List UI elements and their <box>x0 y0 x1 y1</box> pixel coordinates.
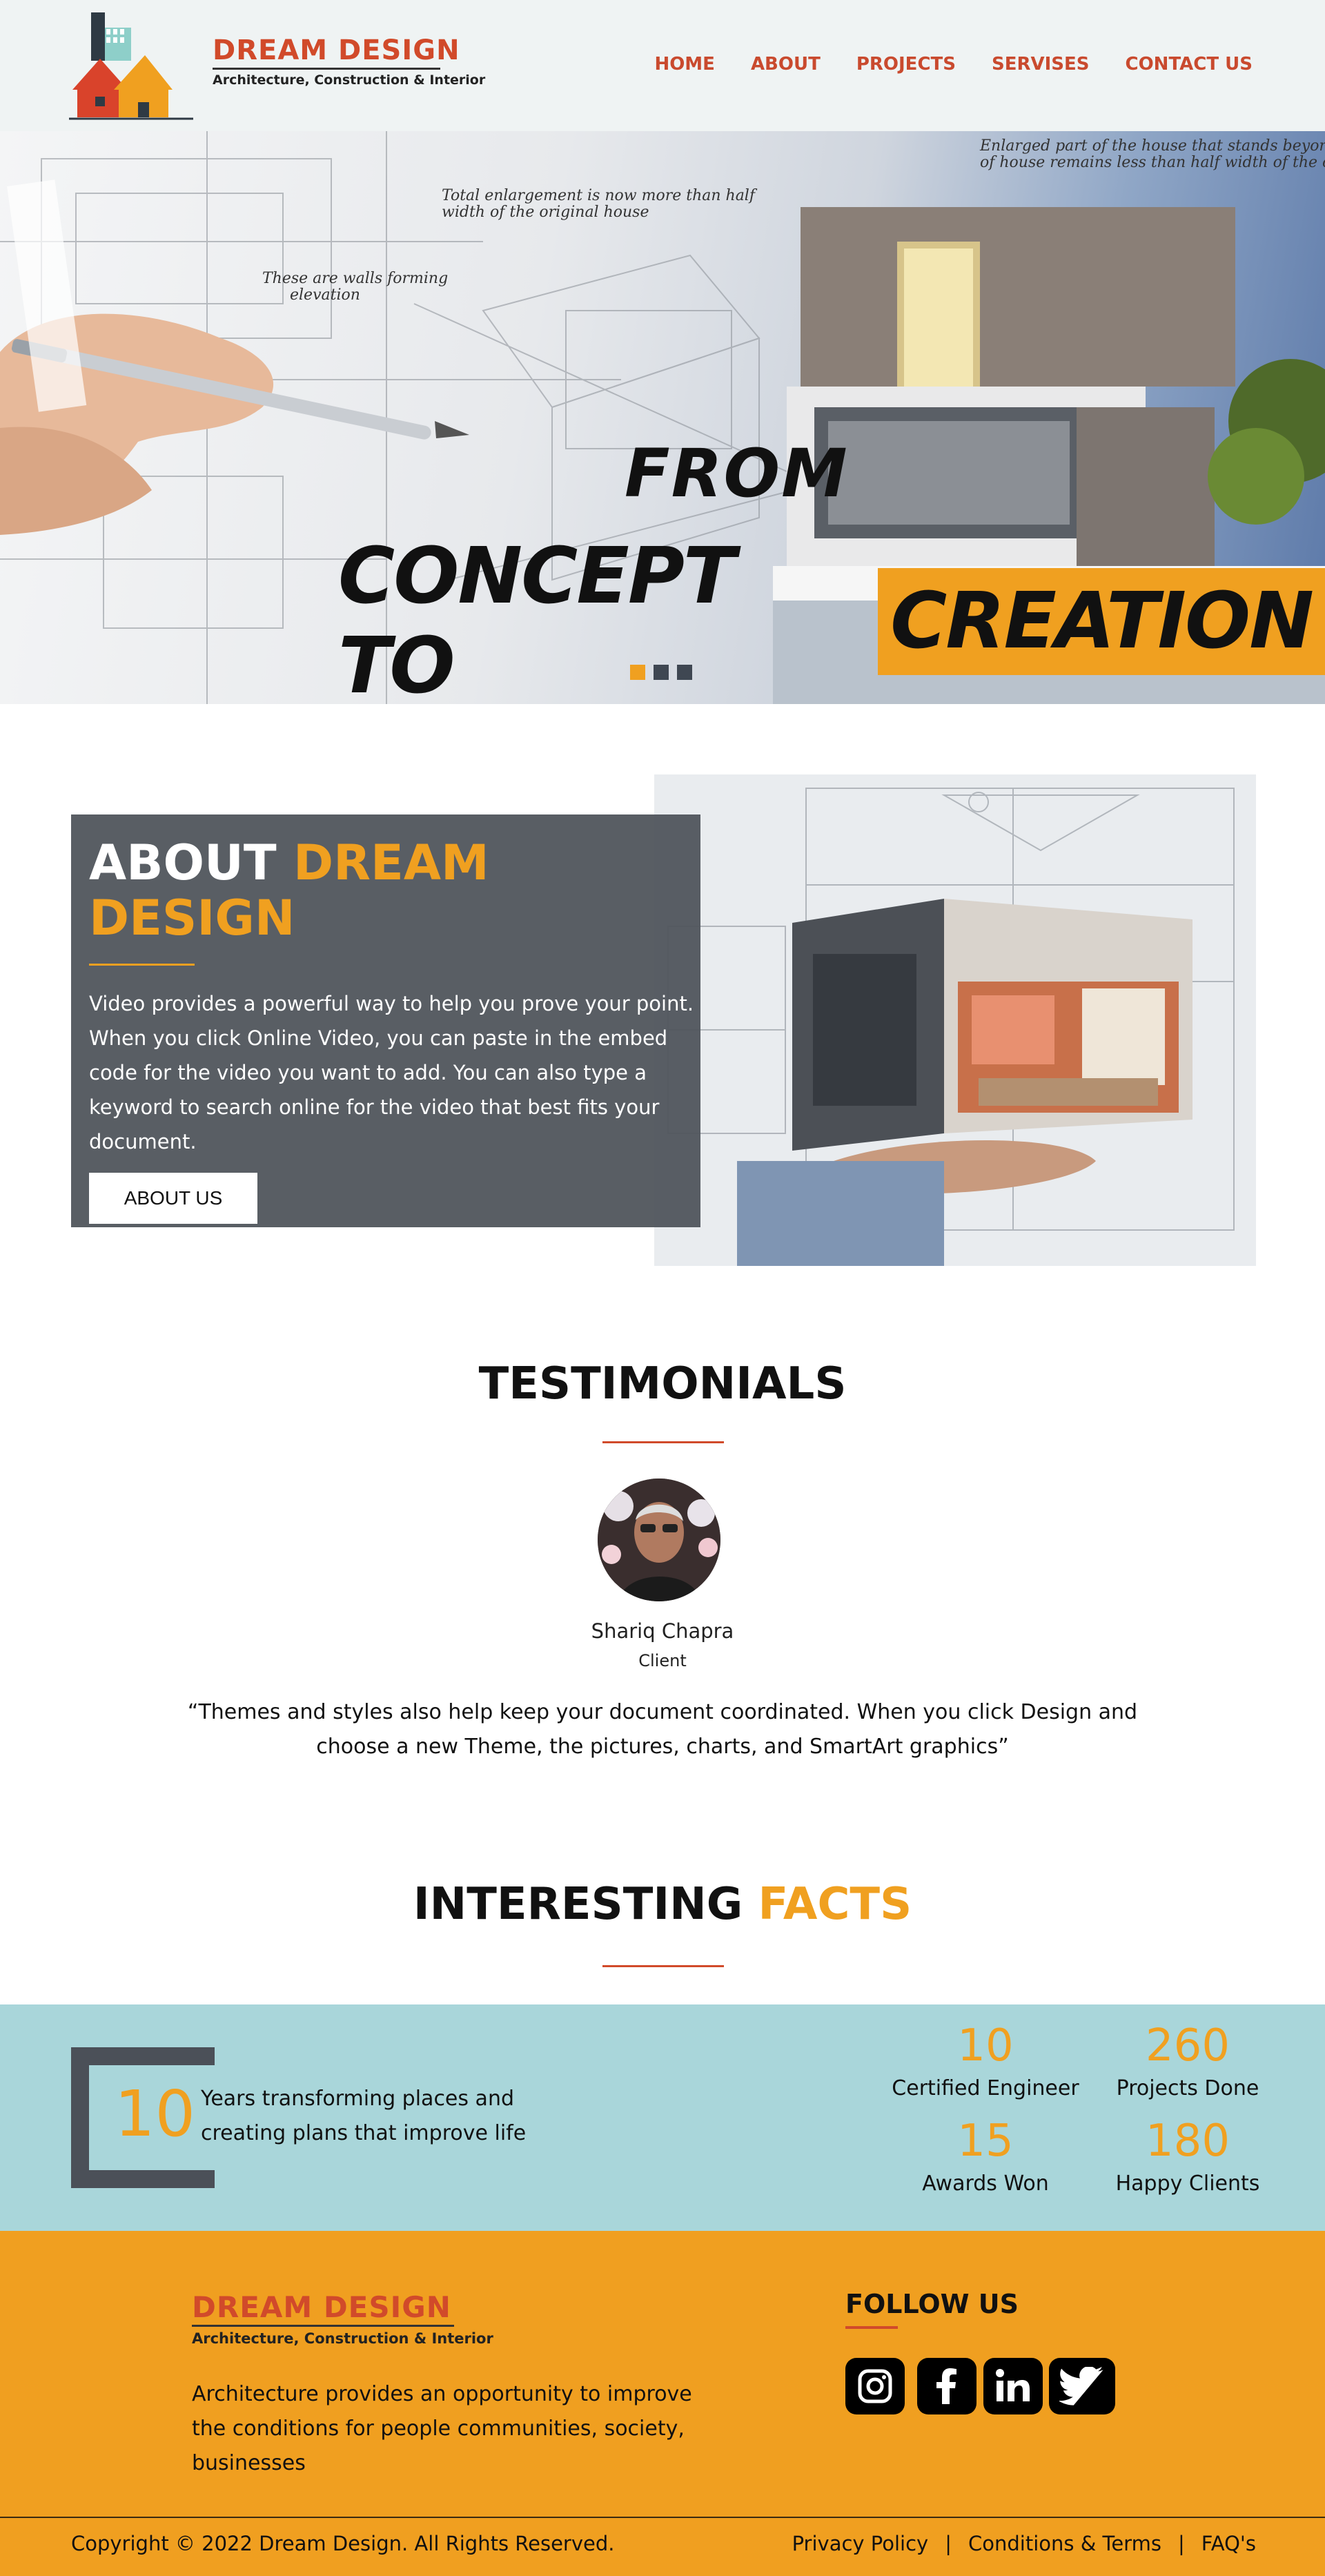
nav-home[interactable]: HOME <box>654 54 715 75</box>
facts-divider <box>602 1965 724 1967</box>
about-us-button[interactable]: ABOUT US <box>89 1173 257 1224</box>
stat-label: Happy Clients <box>1115 2172 1260 2196</box>
faqs-link[interactable]: FAQ's <box>1201 2532 1256 2555</box>
logo-icon[interactable] <box>69 7 193 121</box>
sketch-note-2: Total enlargement is now more than half <box>442 187 758 204</box>
brand-divider <box>213 68 440 70</box>
nav-projects[interactable]: PROJECTS <box>856 54 956 75</box>
nav-contact-us[interactable]: CONTACT US <box>1126 54 1253 75</box>
nav-services[interactable]: SERVISES <box>992 54 1090 75</box>
footer-legal-links: Privacy Policy | Conditions & Terms | FA… <box>792 2532 1256 2555</box>
hero-heading-from: FROM <box>625 435 849 512</box>
svg-text:of house remains less than hal: of house remains less than half width of… <box>980 154 1325 171</box>
slide-dot-1[interactable] <box>630 665 645 680</box>
stat-value: 180 <box>1145 2116 1230 2167</box>
about-heading-prefix: ABOUT <box>89 835 277 891</box>
legal-separator: | <box>1177 2532 1185 2555</box>
stat-value: 260 <box>1145 2020 1230 2071</box>
main-nav: HOME ABOUT PROJECTS SERVISES CONTACT US <box>654 54 1253 75</box>
hero-heading-line2: CONCEPT TO CREATION <box>338 531 1325 704</box>
follow-us-divider <box>845 2326 898 2329</box>
slide-dot-3[interactable] <box>677 665 692 680</box>
stat-label: Awards Won <box>922 2172 1049 2196</box>
stat-label: Certified Engineer <box>892 2076 1079 2100</box>
hero-heading-concept: CONCEPT TO <box>338 531 736 704</box>
stat-certified-engineer: 10 Certified Engineer <box>882 2021 1089 2100</box>
sketch-note-1: Enlarged part of the house that stands b… <box>979 137 1325 155</box>
conditions-terms-link[interactable]: Conditions & Terms <box>968 2532 1161 2555</box>
nav-about[interactable]: ABOUT <box>751 54 821 75</box>
stat-value: 10 <box>957 2020 1014 2071</box>
stat-label: Projects Done <box>1116 2076 1259 2100</box>
instagram-icon[interactable] <box>845 2358 905 2414</box>
testimonial-quote: “Themes and styles also help keep your d… <box>187 1700 1138 1759</box>
facts-heading-prefix: INTERESTING <box>413 1879 743 1930</box>
stat-projects-done: 260 Projects Done <box>1084 2021 1291 2100</box>
hero-heading-creation: CREATION <box>878 567 1325 675</box>
svg-text:elevation: elevation <box>290 286 360 304</box>
svg-text:width of the original house: width of the original house <box>442 204 649 221</box>
testimonials-divider <box>602 1441 724 1443</box>
facts-heading-accent: FACTS <box>758 1879 912 1930</box>
stat-value: 15 <box>957 2116 1014 2167</box>
about-image <box>654 774 1256 1266</box>
follow-us-heading: FOLLOW US <box>845 2289 1019 2319</box>
sketch-note-3: These are walls forming <box>262 270 448 287</box>
about-divider <box>89 964 195 966</box>
legal-separator: | <box>945 2532 952 2555</box>
brand-tagline: Architecture, Construction & Interior <box>213 72 486 88</box>
logo-text[interactable]: DREAM DESIGN Architecture, Construction … <box>213 35 485 88</box>
twitter-icon[interactable] <box>1049 2358 1115 2414</box>
testimonial-role: Client <box>638 1651 687 1670</box>
linkedin-icon[interactable] <box>983 2358 1043 2414</box>
slide-dot-2[interactable] <box>654 665 669 680</box>
site-header: DREAM DESIGN Architecture, Construction … <box>0 0 1325 131</box>
client-photo <box>598 1479 720 1601</box>
brand-name: DREAM DESIGN <box>213 35 460 66</box>
footer-divider <box>0 2517 1325 2518</box>
stat-happy-clients: 180 Happy Clients <box>1084 2116 1291 2196</box>
slider-pagination <box>630 665 692 680</box>
years-number: 10 <box>115 2077 196 2151</box>
footer-brand-divider <box>192 2325 454 2327</box>
about-text: Video provides a powerful way to help yo… <box>89 992 694 1153</box>
facebook-icon[interactable] <box>917 2358 976 2414</box>
footer-about-text: Architecture provides an opportunity to … <box>192 2382 692 2475</box>
about-heading: ABOUT DREAM DESIGN <box>89 835 683 946</box>
years-text: Years transforming places and creating p… <box>201 2087 527 2145</box>
copyright-text: Copyright © 2022 Dream Design. All Right… <box>71 2532 615 2555</box>
model-house-illustration <box>667 788 1235 1266</box>
stat-awards-won: 15 Awards Won <box>882 2116 1089 2196</box>
about-panel: ABOUT DREAM DESIGN Video provides a powe… <box>71 814 700 1227</box>
footer-brand-tagline: Architecture, Construction & Interior <box>192 2330 493 2347</box>
facts-heading: INTERESTING FACTS <box>0 1879 1325 1930</box>
testimonial-name: Shariq Chapra <box>591 1619 734 1643</box>
privacy-policy-link[interactable]: Privacy Policy <box>792 2532 929 2555</box>
avatar <box>598 1479 720 1601</box>
hero-slider[interactable]: Enlarged part of the house that stands b… <box>0 131 1325 704</box>
footer-brand-name: DREAM DESIGN <box>192 2290 451 2324</box>
testimonials-heading: TESTIMONIALS <box>478 1358 847 1409</box>
